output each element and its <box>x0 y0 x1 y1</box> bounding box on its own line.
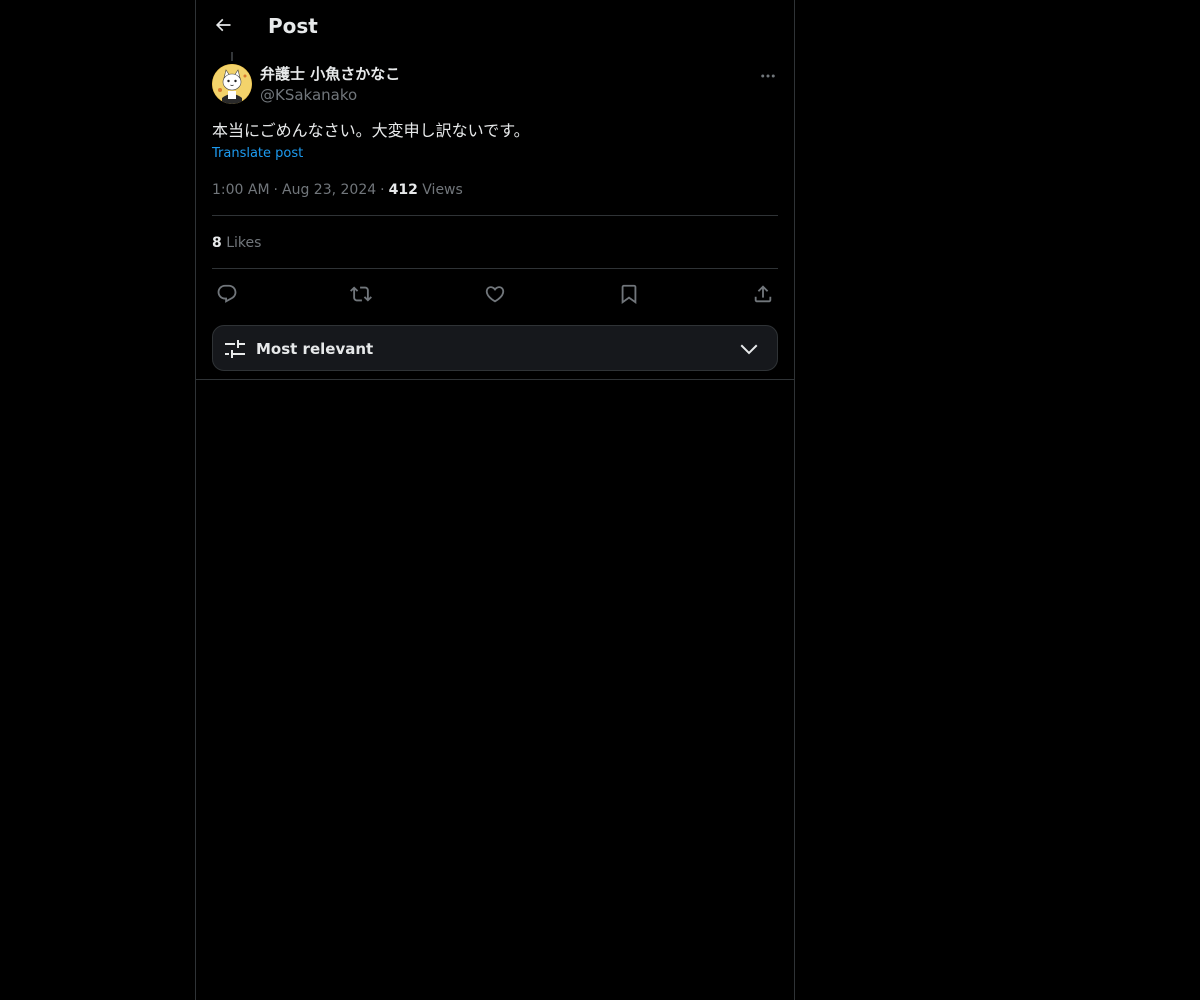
post-meta: 1:00 AM · Aug 23, 2024 · 412 Views <box>212 180 463 200</box>
cat-avatar-icon <box>212 64 252 104</box>
divider <box>212 215 778 216</box>
meta-separator: · <box>273 182 278 198</box>
bookmark-button[interactable] <box>615 280 643 308</box>
page-header: Post <box>196 0 794 53</box>
sliders-icon <box>225 340 245 358</box>
page-title: Post <box>268 14 318 38</box>
like-button[interactable] <box>481 280 509 308</box>
avatar[interactable] <box>212 64 252 104</box>
repost-icon <box>350 286 372 302</box>
author-name[interactable]: 弁護士 小魚さかなこ <box>260 64 400 84</box>
author-handle[interactable]: @KSakanako <box>260 85 357 105</box>
thread-connector <box>231 52 233 61</box>
sort-label: Most relevant <box>256 340 374 358</box>
post-column: Post 弁護士 小魚さかなこ @KSakanako 本当にごめんなさい。大変申… <box>195 0 795 1000</box>
bookmark-icon <box>621 284 637 305</box>
views-label: Views <box>422 182 463 198</box>
likes-label: Likes <box>226 235 262 251</box>
post-time[interactable]: 1:00 AM <box>212 182 270 198</box>
section-divider <box>196 379 794 380</box>
chevron-down-icon <box>740 344 758 355</box>
like-icon <box>485 286 505 303</box>
views-count: 412 <box>388 182 418 198</box>
post-date[interactable]: Aug 23, 2024 <box>282 182 376 198</box>
divider <box>212 268 778 269</box>
share-icon <box>754 285 772 303</box>
likes-count: 8 <box>212 235 222 251</box>
likes-summary[interactable]: 8 Likes <box>212 233 261 253</box>
reply-button[interactable] <box>213 280 241 308</box>
arrow-left-icon <box>215 18 231 32</box>
meta-separator: · <box>380 182 385 198</box>
sort-replies-dropdown[interactable]: Most relevant <box>212 325 778 371</box>
more-options-button[interactable] <box>754 62 782 90</box>
repost-button[interactable] <box>347 280 375 308</box>
more-icon <box>761 74 775 78</box>
reply-icon <box>217 284 237 303</box>
post-text: 本当にごめんなさい。大変申し訳ないです。 <box>212 121 530 140</box>
translate-post-link[interactable]: Translate post <box>212 145 303 163</box>
share-button[interactable] <box>749 280 777 308</box>
back-button[interactable] <box>206 8 240 42</box>
